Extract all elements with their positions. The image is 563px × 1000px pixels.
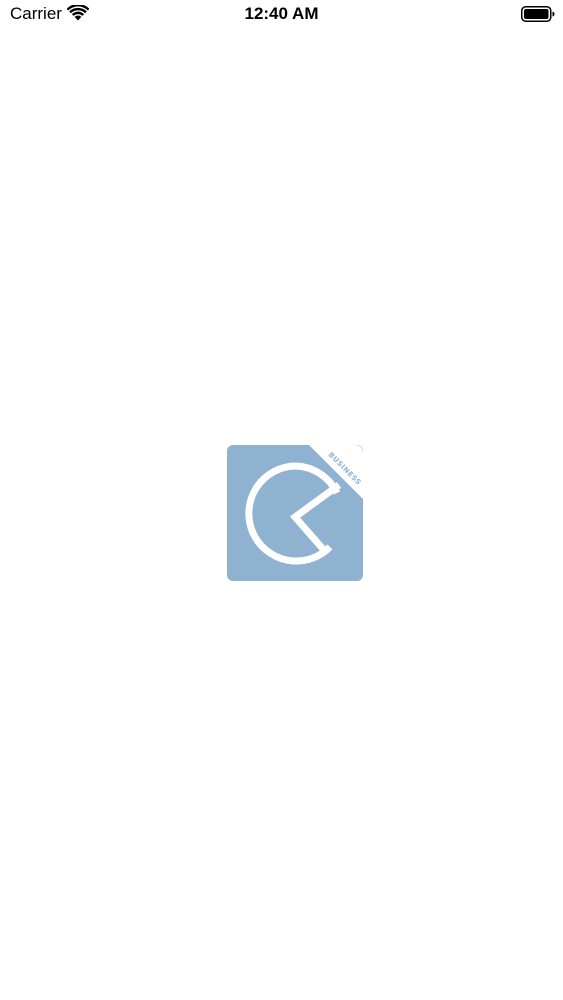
pie-chart-logo-icon: BUSINESS <box>227 445 363 581</box>
battery-icon <box>521 6 555 22</box>
status-time: 12:40 AM <box>244 4 319 23</box>
splash-screen: Carrier 12:40 AM BUSINESS <box>0 0 563 1000</box>
status-bar: Carrier 12:40 AM <box>0 0 563 30</box>
